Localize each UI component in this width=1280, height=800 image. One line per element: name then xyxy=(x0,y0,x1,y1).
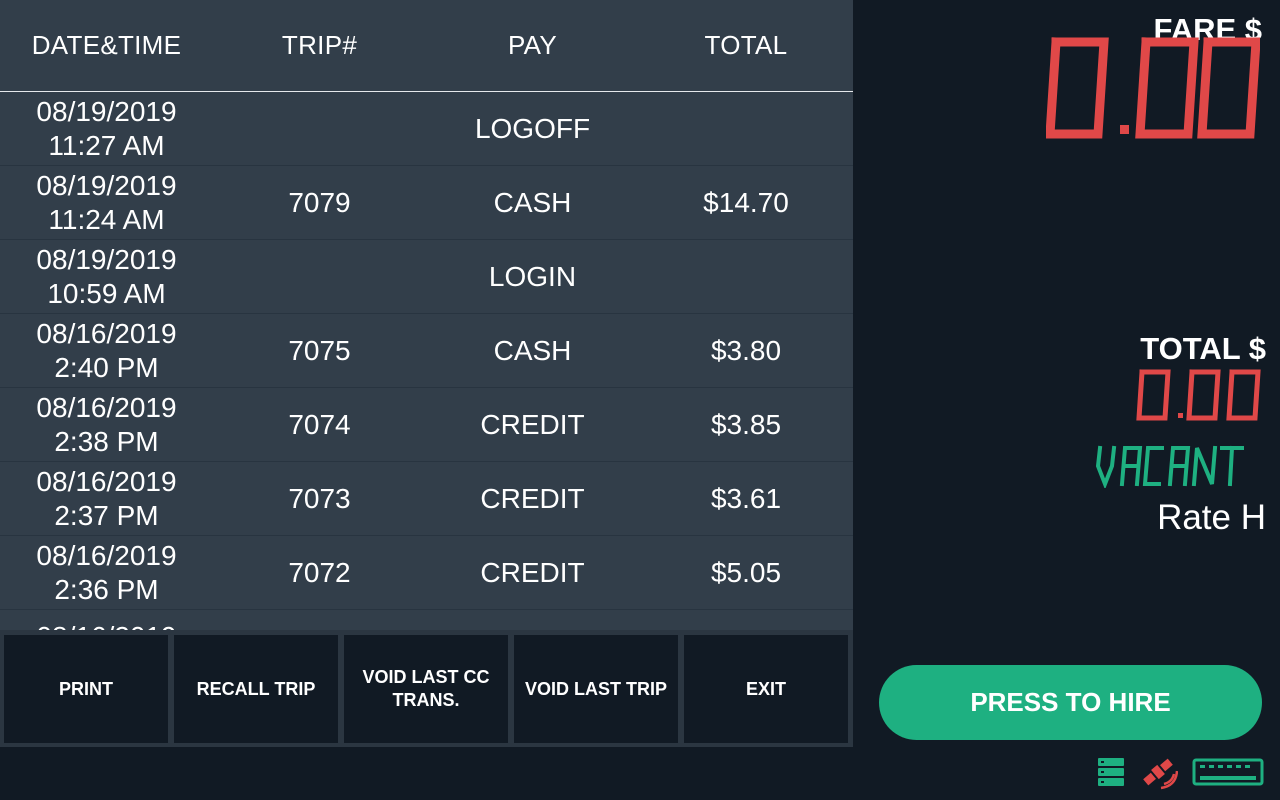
total-value xyxy=(1136,368,1264,429)
row-date-time: 08/16/2019 2:37 PM xyxy=(0,465,213,533)
row-date: 08/16/2019 xyxy=(36,391,177,423)
row-trip: 7079 xyxy=(288,186,351,218)
row-time: 11:27 AM xyxy=(48,129,165,161)
void-last-cc-label-line1: VOID LAST CC xyxy=(362,667,490,687)
total-label: TOTAL $ xyxy=(1140,331,1266,366)
recall-trip-button-label: RECALL TRIP xyxy=(196,678,316,699)
row-time: 2:37 PM xyxy=(54,499,159,531)
row-time: 2:40 PM xyxy=(54,351,159,383)
row-date-time: 08/16/2019 xyxy=(0,620,213,630)
row-date-time: 08/16/2019 2:40 PM xyxy=(0,317,213,385)
rate-label: Rate H xyxy=(1157,498,1266,537)
vacant-seven-segment-display xyxy=(1095,445,1244,490)
row-date: 08/19/2019 xyxy=(36,95,177,127)
table-row[interactable]: 08/16/2019 2:37 PM 7073 CREDIT $3.61 xyxy=(0,462,853,536)
table-row[interactable]: 08/19/2019 10:59 AM LOGIN xyxy=(0,240,853,314)
row-time: 2:36 PM xyxy=(54,573,159,605)
exit-button-label: EXIT xyxy=(745,678,786,699)
press-to-hire-label: PRESS TO HIRE xyxy=(970,687,1171,717)
recall-trip-button[interactable]: RECALL TRIP xyxy=(174,635,338,743)
table-row[interactable]: 08/16/2019 2:38 PM 7074 CREDIT $3.85 xyxy=(0,388,853,462)
trip-history-table: DATE&TIME TRIP# PAY TOTAL 08/19/2019 11:… xyxy=(0,0,853,630)
row-date-time: 08/19/2019 10:59 AM xyxy=(0,243,213,311)
row-date: 08/19/2019 xyxy=(36,169,177,201)
row-total: $3.80 xyxy=(710,334,782,366)
row-trip: 7072 xyxy=(288,556,351,588)
row-pay: CASH xyxy=(493,334,572,366)
row-date-time: 08/16/2019 2:36 PM xyxy=(0,539,213,607)
row-date: 08/16/2019 xyxy=(36,620,176,630)
row-date: 08/16/2019 xyxy=(36,317,177,349)
total-seven-segment-display xyxy=(1136,369,1261,421)
row-date-time: 08/16/2019 2:38 PM xyxy=(0,391,213,459)
vacant-status xyxy=(1095,444,1264,493)
row-total: $3.85 xyxy=(710,408,782,440)
void-last-cc-label-line2: TRANS. xyxy=(392,690,460,710)
row-time: 10:59 AM xyxy=(47,277,166,309)
row-total: $14.70 xyxy=(703,186,789,218)
fare-seven-segment-display xyxy=(1045,37,1261,139)
fare-value xyxy=(1045,34,1261,151)
row-date: 08/19/2019 xyxy=(36,243,177,275)
row-trip: 7073 xyxy=(288,482,351,514)
row-trip: 7074 xyxy=(288,408,351,440)
header-date-time: DATE&TIME xyxy=(31,30,182,60)
row-pay: CASH xyxy=(493,186,572,218)
meter-device-icon xyxy=(1192,758,1264,786)
table-row[interactable]: 08/16/2019 xyxy=(0,610,853,630)
press-to-hire-button[interactable]: PRESS TO HIRE xyxy=(879,665,1262,740)
header-total: TOTAL xyxy=(704,30,788,60)
status-bar xyxy=(1096,752,1264,792)
row-date: 08/16/2019 xyxy=(36,465,177,497)
row-total: $3.61 xyxy=(710,482,782,514)
satellite-icon xyxy=(1143,758,1178,790)
row-pay: CREDIT xyxy=(480,556,585,588)
void-last-cc-trans-button[interactable]: VOID LAST CC TRANS. xyxy=(344,635,508,743)
row-pay: LOGIN xyxy=(488,260,577,292)
header-trip-number: TRIP# xyxy=(281,30,358,60)
action-button-bar: PRINT RECALL TRIP VOID LAST CC TRANS. VO… xyxy=(0,630,853,747)
row-date: 08/16/2019 xyxy=(36,539,177,571)
header-pay: PAY xyxy=(507,30,558,60)
exit-button[interactable]: EXIT xyxy=(684,635,848,743)
table-row[interactable]: 08/19/2019 11:27 AM LOGOFF xyxy=(0,92,853,166)
print-button-label: PRINT xyxy=(59,678,113,699)
table-row[interactable]: 08/16/2019 2:40 PM 7075 CASH $3.80 xyxy=(0,314,853,388)
row-time: 2:38 PM xyxy=(54,425,159,457)
server-icon xyxy=(1098,758,1124,786)
table-header: DATE&TIME TRIP# PAY TOTAL xyxy=(0,0,853,92)
row-pay: CREDIT xyxy=(480,482,585,514)
row-trip: 7075 xyxy=(288,334,351,366)
row-pay: CREDIT xyxy=(480,408,585,440)
row-time: 11:24 AM xyxy=(48,203,165,235)
table-row[interactable]: 08/19/2019 11:24 AM 7079 CASH $14.70 xyxy=(0,166,853,240)
row-date-time: 08/19/2019 11:24 AM xyxy=(0,169,213,237)
row-date-time: 08/19/2019 11:27 AM xyxy=(0,95,213,163)
row-pay: LOGOFF xyxy=(474,112,591,144)
print-button[interactable]: PRINT xyxy=(4,635,168,743)
void-last-trip-button-label: VOID LAST TRIP xyxy=(524,678,667,699)
table-row[interactable]: 08/16/2019 2:36 PM 7072 CREDIT $5.05 xyxy=(0,536,853,610)
row-total: $5.05 xyxy=(710,556,782,588)
void-last-trip-button[interactable]: VOID LAST TRIP xyxy=(514,635,678,743)
